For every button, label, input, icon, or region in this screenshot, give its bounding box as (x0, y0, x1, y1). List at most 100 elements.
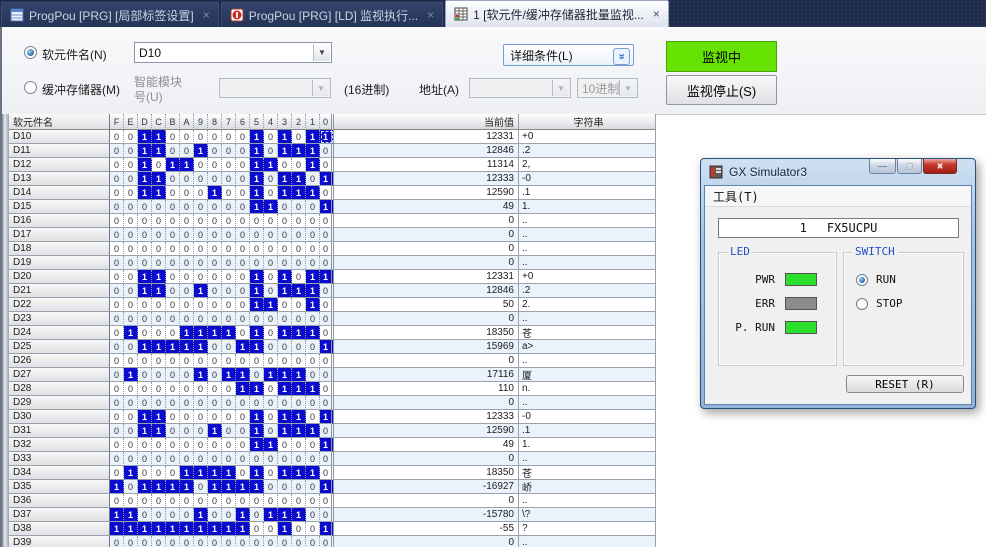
bit-cell-D30-9[interactable]: 0 (194, 410, 208, 424)
bit-cell-D20-C[interactable]: 1 (152, 270, 166, 284)
bit-cell-D27-F[interactable]: 0 (110, 368, 124, 382)
bit-cell-D18-B[interactable]: 0 (166, 242, 180, 256)
bit-cell-D15-7[interactable]: 0 (222, 200, 236, 214)
bit-cell-D35-9[interactable]: 0 (194, 480, 208, 494)
bit-cell-D34-C[interactable]: 0 (152, 466, 166, 480)
current-value-cell[interactable]: 18350 (334, 466, 519, 480)
bit-cell-D26-B[interactable]: 0 (166, 354, 180, 368)
bit-cell-D12-8[interactable]: 0 (208, 158, 222, 172)
bit-cell-D38-D[interactable]: 1 (138, 522, 152, 536)
bit-cell-D11-D[interactable]: 1 (138, 144, 152, 158)
bit-cell-D30-B[interactable]: 0 (166, 410, 180, 424)
bit-cell-D25-B[interactable]: 1 (166, 340, 180, 354)
tab-close-icon[interactable]: × (203, 8, 210, 22)
bit-cell-D19-D[interactable]: 0 (138, 256, 152, 270)
bit-cell-D25-E[interactable]: 0 (124, 340, 138, 354)
bit-cell-D25-D[interactable]: 1 (138, 340, 152, 354)
bit-cell-D22-6[interactable]: 0 (236, 298, 250, 312)
bit-cell-D25-F[interactable]: 0 (110, 340, 124, 354)
bit-cell-D35-3[interactable]: 0 (278, 480, 292, 494)
bit-cell-D21-9[interactable]: 1 (194, 284, 208, 298)
bit-cell-D28-9[interactable]: 0 (194, 382, 208, 396)
bit-cell-D32-9[interactable]: 0 (194, 438, 208, 452)
bit-cell-D34-6[interactable]: 0 (236, 466, 250, 480)
bit-cell-D10-C[interactable]: 1 (152, 130, 166, 144)
bit-cell-D35-F[interactable]: 1 (110, 480, 124, 494)
device-name-cell[interactable]: D10 (9, 130, 110, 144)
device-name-cell[interactable]: D19 (9, 256, 110, 270)
bit-cell-D12-D[interactable]: 1 (138, 158, 152, 172)
bit-cell-D31-9[interactable]: 0 (194, 424, 208, 438)
bit-cell-D17-2[interactable]: 0 (292, 228, 306, 242)
bit-cell-D28-7[interactable]: 0 (222, 382, 236, 396)
bit-cell-D29-E[interactable]: 0 (124, 396, 138, 410)
bit-cell-D10-E[interactable]: 0 (124, 130, 138, 144)
bit-cell-D10-1[interactable]: 1 (306, 130, 320, 144)
bit-cell-D15-B[interactable]: 0 (166, 200, 180, 214)
bit-cell-D22-C[interactable]: 0 (152, 298, 166, 312)
string-cell[interactable]: ? (519, 522, 656, 536)
bit-cell-D16-C[interactable]: 0 (152, 214, 166, 228)
bit-cell-D15-5[interactable]: 1 (250, 200, 264, 214)
bit-cell-D23-6[interactable]: 0 (236, 312, 250, 326)
bit-cell-D23-0[interactable]: 0 (320, 312, 334, 326)
bit-cell-D23-A[interactable]: 0 (180, 312, 194, 326)
bit-cell-D39-2[interactable]: 0 (292, 536, 306, 547)
bit-cell-D35-D[interactable]: 1 (138, 480, 152, 494)
bit-cell-D28-4[interactable]: 0 (264, 382, 278, 396)
device-name-cell[interactable]: D21 (9, 284, 110, 298)
string-cell[interactable]: +0 (519, 270, 656, 284)
bit-cell-D13-B[interactable]: 0 (166, 172, 180, 186)
bit-cell-D36-9[interactable]: 0 (194, 494, 208, 508)
bit-cell-D12-2[interactable]: 0 (292, 158, 306, 172)
bit-cell-D28-5[interactable]: 1 (250, 382, 264, 396)
bit-cell-D37-0[interactable]: 0 (320, 508, 334, 522)
bit-cell-D19-E[interactable]: 0 (124, 256, 138, 270)
bit-cell-D26-1[interactable]: 0 (306, 354, 320, 368)
current-value-cell[interactable]: 12590 (334, 186, 519, 200)
bit-cell-D38-6[interactable]: 1 (236, 522, 250, 536)
bit-cell-D11-5[interactable]: 1 (250, 144, 264, 158)
bit-cell-D28-A[interactable]: 0 (180, 382, 194, 396)
device-name-cell[interactable]: D15 (9, 200, 110, 214)
bit-cell-D34-A[interactable]: 1 (180, 466, 194, 480)
bit-cell-D36-8[interactable]: 0 (208, 494, 222, 508)
current-value-cell[interactable]: 0 (334, 452, 519, 466)
bit-cell-D19-9[interactable]: 0 (194, 256, 208, 270)
bit-cell-D17-A[interactable]: 0 (180, 228, 194, 242)
bit-cell-D20-1[interactable]: 1 (306, 270, 320, 284)
bit-cell-D25-1[interactable]: 0 (306, 340, 320, 354)
bit-cell-D38-8[interactable]: 1 (208, 522, 222, 536)
device-name-cell[interactable]: D33 (9, 452, 110, 466)
bit-cell-D20-0[interactable]: 1 (320, 270, 334, 284)
bit-cell-D21-3[interactable]: 1 (278, 284, 292, 298)
bit-cell-D12-F[interactable]: 0 (110, 158, 124, 172)
bit-cell-D37-B[interactable]: 0 (166, 508, 180, 522)
bit-cell-D38-A[interactable]: 1 (180, 522, 194, 536)
string-cell[interactable]: .. (519, 396, 656, 410)
bit-cell-D30-F[interactable]: 0 (110, 410, 124, 424)
bit-cell-D33-B[interactable]: 0 (166, 452, 180, 466)
device-name-radio[interactable] (24, 46, 37, 59)
bit-cell-D19-3[interactable]: 0 (278, 256, 292, 270)
bit-cell-D25-8[interactable]: 0 (208, 340, 222, 354)
bit-cell-D14-B[interactable]: 0 (166, 186, 180, 200)
current-value-cell[interactable]: 50 (334, 298, 519, 312)
device-name-cell[interactable]: D23 (9, 312, 110, 326)
bit-cell-D25-7[interactable]: 0 (222, 340, 236, 354)
bit-cell-D26-C[interactable]: 0 (152, 354, 166, 368)
bit-cell-D14-D[interactable]: 1 (138, 186, 152, 200)
stop-monitor-button[interactable]: 监视停止(S) (666, 75, 777, 105)
bit-cell-D20-B[interactable]: 0 (166, 270, 180, 284)
bit-cell-D15-C[interactable]: 0 (152, 200, 166, 214)
bit-cell-D28-3[interactable]: 1 (278, 382, 292, 396)
bit-cell-D35-0[interactable]: 1 (320, 480, 334, 494)
bit-cell-D32-4[interactable]: 1 (264, 438, 278, 452)
bit-cell-D37-8[interactable]: 0 (208, 508, 222, 522)
bit-cell-D26-A[interactable]: 0 (180, 354, 194, 368)
bit-cell-D12-3[interactable]: 0 (278, 158, 292, 172)
bit-cell-D24-D[interactable]: 0 (138, 326, 152, 340)
bit-cell-D33-2[interactable]: 0 (292, 452, 306, 466)
bit-cell-D21-8[interactable]: 0 (208, 284, 222, 298)
bit-cell-D27-6[interactable]: 1 (236, 368, 250, 382)
